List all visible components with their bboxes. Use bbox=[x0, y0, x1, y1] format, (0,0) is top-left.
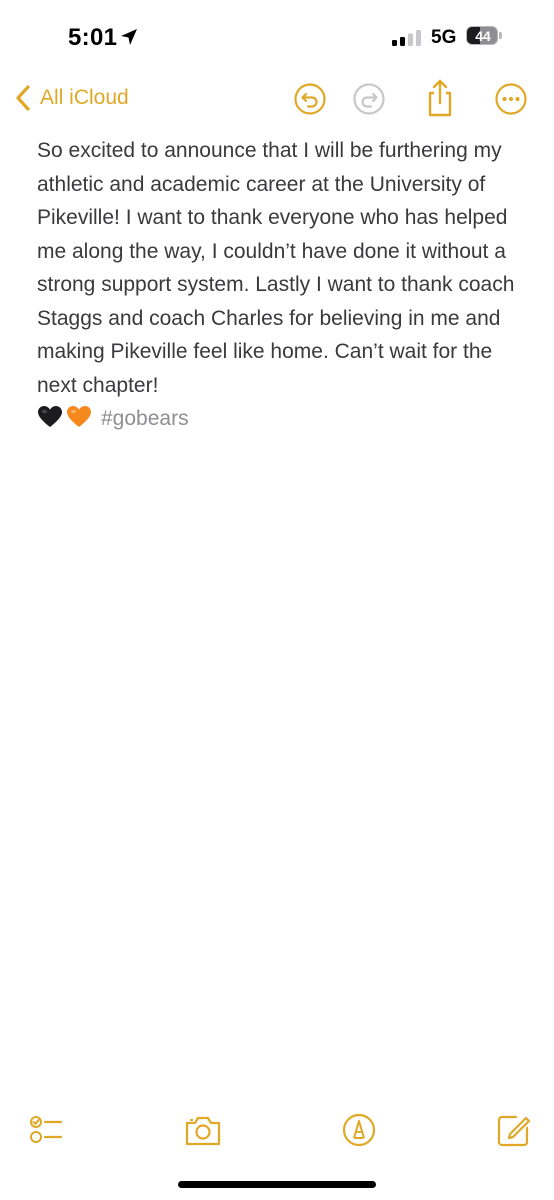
status-time: 5:01 bbox=[68, 24, 118, 51]
location-arrow-icon bbox=[121, 29, 137, 45]
checklist-icon[interactable] bbox=[28, 1112, 64, 1148]
share-icon[interactable] bbox=[423, 78, 457, 118]
battery-cap bbox=[499, 32, 502, 39]
note-body[interactable]: So excited to announce that I will be fu… bbox=[37, 134, 517, 436]
notes-screen: 5:01 5G 44 All iCloud So excited to anno… bbox=[0, 0, 554, 1200]
back-label: All iCloud bbox=[40, 86, 129, 109]
back-button[interactable]: All iCloud bbox=[14, 82, 129, 114]
note-text: So excited to announce that I will be fu… bbox=[37, 139, 515, 397]
camera-icon[interactable] bbox=[184, 1112, 222, 1148]
nav-bar: All iCloud bbox=[0, 72, 554, 124]
redo-icon[interactable] bbox=[352, 82, 386, 116]
orange-heart-icon bbox=[67, 406, 91, 427]
compose-icon[interactable] bbox=[496, 1112, 532, 1148]
cellular-signal-icon bbox=[392, 30, 421, 46]
battery-body: 44 bbox=[466, 26, 498, 45]
markup-icon[interactable] bbox=[341, 1112, 377, 1148]
home-indicator[interactable] bbox=[178, 1181, 376, 1188]
network-type: 5G bbox=[431, 27, 457, 48]
hashtag[interactable]: #gobears bbox=[101, 407, 189, 430]
more-icon[interactable] bbox=[494, 82, 528, 116]
battery-icon: 44 bbox=[466, 26, 502, 47]
black-heart-icon bbox=[38, 406, 62, 427]
bottom-toolbar bbox=[0, 1104, 554, 1152]
status-bar: 5:01 5G 44 bbox=[0, 0, 554, 70]
undo-icon[interactable] bbox=[293, 82, 327, 116]
battery-level: 44 bbox=[475, 28, 491, 44]
chevron-left-icon bbox=[16, 85, 30, 111]
